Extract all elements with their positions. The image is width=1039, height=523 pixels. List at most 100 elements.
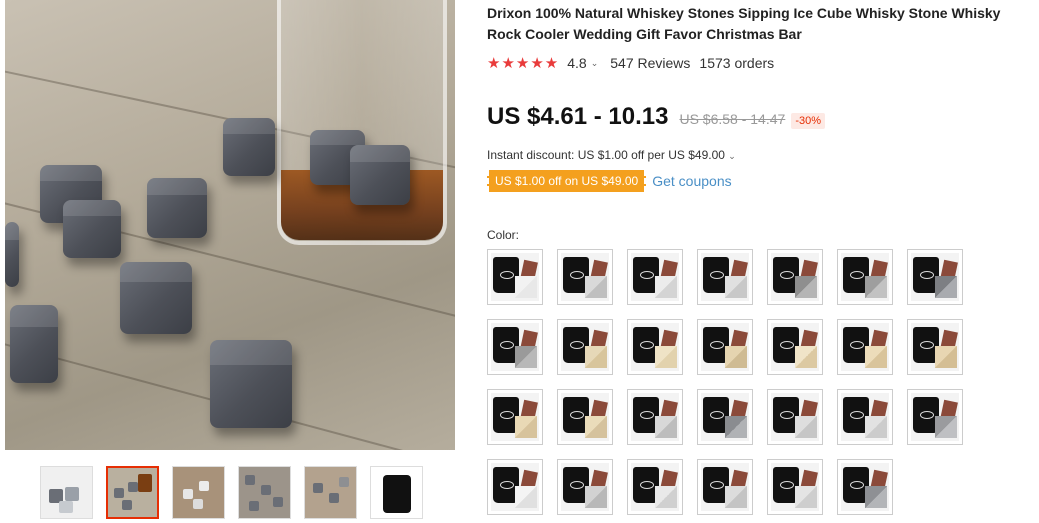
stones-icon [585,276,607,298]
stones-icon [725,276,747,298]
swatch-image [841,393,889,441]
stones-icon [795,416,817,438]
stone-cube [5,222,19,287]
swatch-image [911,393,959,441]
stones-icon [795,346,817,368]
rating-row: ★★★★★ 4.8 ⌄ 547 Reviews 1573 orders [487,54,1035,72]
coupon-row: US $1.00 off on US $49.00 Get coupons [487,170,1035,192]
stones-icon [515,486,537,508]
thumbnail[interactable] [238,466,291,519]
swatch-image [841,463,889,511]
color-swatch[interactable] [837,319,893,375]
stone-cube [210,340,292,428]
swatch-image [631,393,679,441]
swatch-image [771,323,819,371]
thumbnail-active[interactable] [106,466,159,519]
chevron-down-icon[interactable]: ⌄ [591,58,599,69]
stones-icon [655,416,677,438]
swatch-image [771,393,819,441]
main-product-image[interactable] [5,0,455,450]
color-swatch[interactable] [767,459,823,515]
rating-value[interactable]: 4.8 [567,55,586,71]
color-swatch[interactable] [697,459,753,515]
color-swatch[interactable] [697,319,753,375]
swatch-image [911,323,959,371]
swatch-image [631,253,679,301]
stones-icon [865,416,887,438]
thumbnail[interactable] [40,466,93,519]
swatch-image [631,463,679,511]
color-swatch[interactable] [907,389,963,445]
color-swatch[interactable] [627,249,683,305]
color-swatch[interactable] [627,319,683,375]
swatch-image [701,393,749,441]
stones-icon [865,486,887,508]
swatch-image [561,393,609,441]
reviews-link[interactable]: 547 Reviews [610,55,690,71]
stone-cube [63,200,121,258]
swatch-image [561,323,609,371]
coupon-tag[interactable]: US $1.00 off on US $49.00 [487,170,647,192]
discount-badge: -30% [791,113,825,129]
swatch-image [701,463,749,511]
color-swatch[interactable] [487,389,543,445]
color-swatch[interactable] [487,319,543,375]
color-swatch[interactable] [907,319,963,375]
stones-icon [795,486,817,508]
color-swatch[interactable] [627,389,683,445]
thumbnail[interactable] [370,466,423,519]
color-swatch[interactable] [487,249,543,305]
stones-icon [865,346,887,368]
current-price: US $4.61 - 10.13 [487,103,669,130]
stones-icon [795,276,817,298]
swatch-image [911,253,959,301]
stones-icon [725,346,747,368]
swatch-image [491,463,539,511]
stone-cube [10,305,58,383]
swatch-image [491,253,539,301]
color-swatches [487,249,1035,515]
color-swatch[interactable] [767,319,823,375]
color-swatch[interactable] [767,389,823,445]
color-swatch[interactable] [697,249,753,305]
swatch-image [771,463,819,511]
stones-icon [515,276,537,298]
color-swatch[interactable] [837,389,893,445]
get-coupons-link[interactable]: Get coupons [652,173,731,189]
color-swatch[interactable] [487,459,543,515]
stones-icon [865,276,887,298]
thumbnail[interactable] [304,466,357,519]
stone-cube [147,178,207,238]
color-swatch[interactable] [557,459,613,515]
stones-icon [515,416,537,438]
swatch-image [491,323,539,371]
thumbnail[interactable] [172,466,225,519]
swatch-image [701,323,749,371]
stones-icon [935,416,957,438]
swatch-image [631,323,679,371]
chevron-down-icon: ⌄ [728,151,736,161]
stones-icon [655,276,677,298]
swatch-image [491,393,539,441]
swatch-image [841,323,889,371]
color-swatch[interactable] [627,459,683,515]
color-swatch[interactable] [557,319,613,375]
stone-cube [350,145,410,205]
star-rating-icon[interactable]: ★★★★★ [487,54,559,72]
stones-icon [515,346,537,368]
color-swatch[interactable] [767,249,823,305]
color-swatch[interactable] [557,249,613,305]
color-swatch[interactable] [837,459,893,515]
swatch-image [561,253,609,301]
stones-icon [655,346,677,368]
stones-icon [725,486,747,508]
stone-cube [120,262,192,334]
color-swatch[interactable] [557,389,613,445]
stones-icon [725,416,747,438]
product-title: Drixon 100% Natural Whiskey Stones Sippi… [487,5,1001,42]
stones-icon [585,416,607,438]
color-swatch[interactable] [697,389,753,445]
color-swatch[interactable] [837,249,893,305]
instant-discount[interactable]: Instant discount: US $1.00 off per US $4… [487,148,1035,162]
color-swatch[interactable] [907,249,963,305]
